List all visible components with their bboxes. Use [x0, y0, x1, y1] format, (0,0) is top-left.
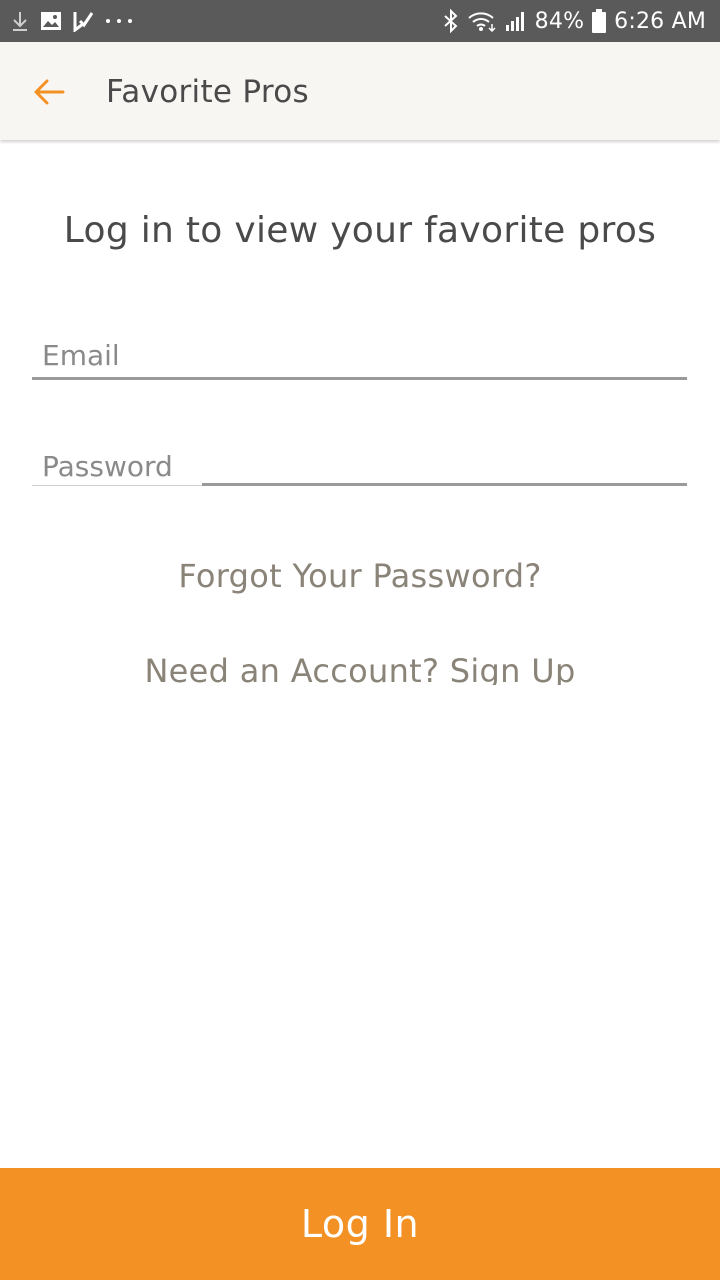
- app-bar: Favorite Pros: [0, 42, 720, 140]
- notification-icons: [10, 8, 134, 34]
- login-screen: 84% 6:26 AM Favorite Pros Log in to view…: [0, 0, 720, 1280]
- password-underline: [202, 483, 687, 486]
- battery-percent: 84%: [534, 8, 585, 34]
- battery-icon: [592, 9, 607, 33]
- image-icon: [40, 11, 62, 31]
- check-icon: [72, 10, 94, 32]
- back-button[interactable]: [26, 70, 72, 114]
- clock: 6:26 AM: [614, 8, 706, 34]
- bluetooth-icon: [443, 9, 459, 33]
- wifi-icon: [467, 10, 497, 32]
- email-field[interactable]: [32, 334, 687, 380]
- password-underline-left: [32, 485, 202, 486]
- password-input[interactable]: [32, 446, 687, 486]
- download-icon: [10, 10, 30, 32]
- arrow-left-icon: [34, 79, 65, 105]
- email-input[interactable]: [32, 334, 687, 376]
- status-bar: 84% 6:26 AM: [0, 0, 720, 42]
- login-button[interactable]: Log In: [0, 1168, 720, 1280]
- signup-link[interactable]: Need an Account? Sign Up: [0, 652, 720, 685]
- page-title: Favorite Pros: [106, 74, 309, 110]
- password-field[interactable]: [32, 440, 687, 488]
- signup-link-container: Need an Account? Sign Up: [0, 648, 720, 685]
- signal-icon: [505, 10, 527, 32]
- system-status: 84% 6:26 AM: [443, 6, 706, 36]
- forgot-password-link[interactable]: Forgot Your Password?: [0, 557, 720, 595]
- more-dots-icon: [104, 16, 134, 26]
- login-heading: Log in to view your favorite pros: [63, 210, 657, 251]
